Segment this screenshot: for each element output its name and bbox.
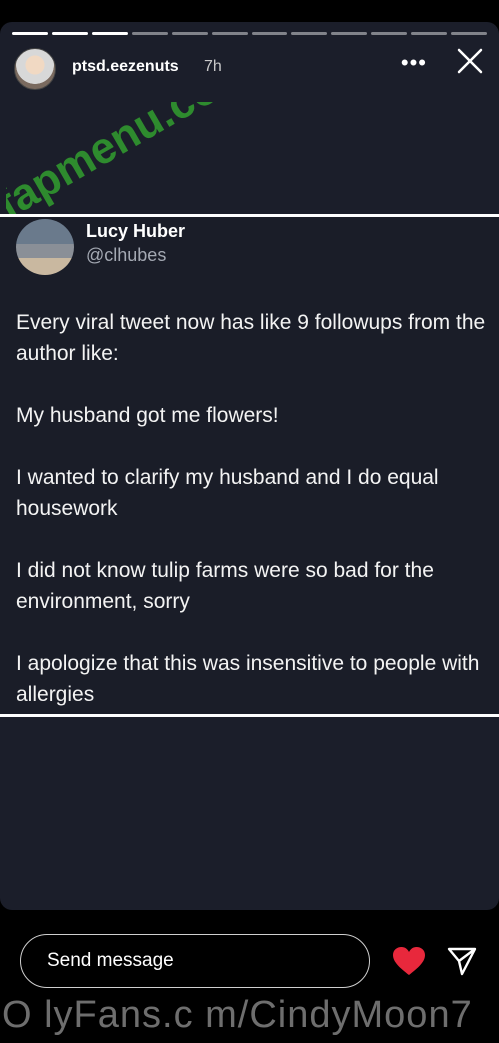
close-icon[interactable] (455, 46, 485, 76)
send-icon[interactable] (446, 946, 478, 976)
progress-segment (371, 32, 408, 35)
progress-segment (411, 32, 448, 35)
svg-text:fapmenu.com: fapmenu.com (6, 102, 261, 222)
story-header: ptsd.eezenuts 7h ••• (14, 46, 485, 90)
watermark-text: O lyFans.c m/CindyMoon7 (2, 994, 473, 1036)
tweet-author-name: Lucy Huber (86, 221, 186, 241)
tweet-screenshot: Lucy Huber @clhubes Every viral tweet no… (0, 217, 499, 714)
progress-segment (91, 32, 128, 35)
tweet-paragraph: My husband got me flowers! (16, 404, 279, 427)
progress-segment (171, 32, 208, 35)
tweet-author-handle: @clhubes (86, 245, 167, 265)
heart-icon[interactable] (392, 946, 426, 976)
send-message-input[interactable]: Send message (20, 934, 370, 988)
post-time: 7h (204, 58, 222, 75)
tweet-paragraph: I wanted to clarify my husband and I do … (16, 466, 439, 520)
progress-segment (251, 32, 288, 35)
progress-segment (331, 32, 368, 35)
story-progress-bar (12, 32, 488, 35)
progress-segment (51, 32, 88, 35)
tweet-body: Every viral tweet now has like 9 followu… (16, 307, 486, 741)
watermark-logo: fapmenu.com (6, 102, 261, 222)
progress-segment (451, 32, 488, 35)
tweet-paragraph: I apologize that this was insensitive to… (16, 652, 480, 706)
progress-segment (12, 32, 48, 35)
tweet-author-avatar (16, 219, 74, 275)
story-card: ptsd.eezenuts 7h ••• fapmenu.com Lucy Hu… (0, 22, 499, 910)
more-options-icon[interactable]: ••• (401, 52, 427, 74)
progress-segment (211, 32, 248, 35)
progress-segment (131, 32, 168, 35)
tweet-paragraph: I did not know tulip farms were so bad f… (16, 559, 434, 613)
tweet-paragraph: Every viral tweet now has like 9 followu… (16, 311, 486, 365)
progress-segment (291, 32, 328, 35)
username[interactable]: ptsd.eezenuts (72, 58, 179, 76)
avatar[interactable] (14, 48, 56, 90)
divider-bottom (0, 714, 499, 717)
